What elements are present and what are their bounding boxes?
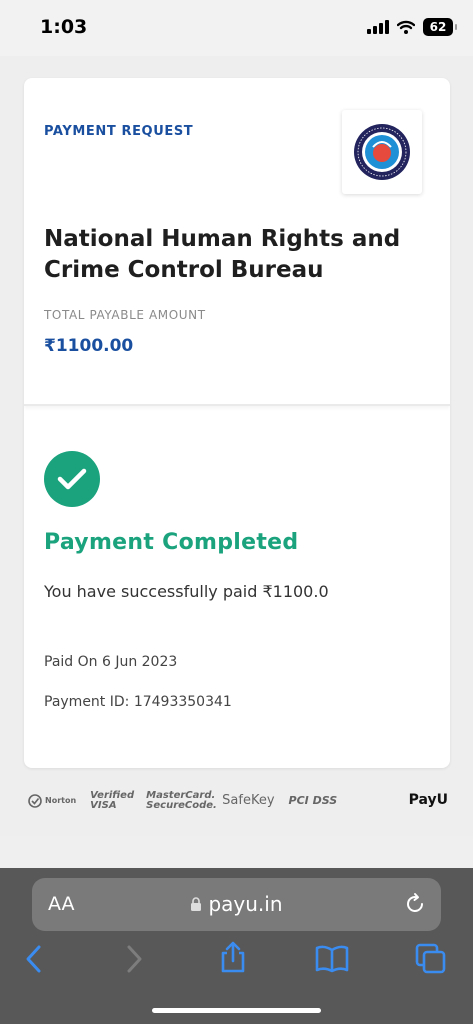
back-icon[interactable] — [24, 944, 44, 974]
payment-card: PAYMENT REQUEST National Human Rights an… — [24, 78, 450, 768]
mastercard-securecode-logo: MasterCard. SecureCode. — [146, 790, 217, 811]
payment-page: PAYMENT REQUEST National Human Rights an… — [0, 56, 473, 836]
payu-logo: PayU — [408, 792, 448, 808]
merchant-logo — [342, 110, 422, 194]
total-payable-label: TOTAL PAYABLE AMOUNT — [44, 308, 206, 322]
browser-toolbar — [0, 941, 473, 984]
status-time: 1:03 — [40, 16, 88, 38]
payment-request-label: PAYMENT REQUEST — [44, 124, 194, 139]
wifi-icon — [397, 20, 415, 34]
safekey-logo: SafeKey — [222, 793, 275, 808]
forward-icon[interactable] — [124, 944, 144, 974]
security-logos: Norton Verified VISA MasterCard. SecureC… — [28, 786, 448, 816]
cellular-signal-icon — [367, 20, 389, 34]
total-payable-amount: ₹1100.00 — [44, 336, 134, 356]
success-check-icon — [44, 451, 100, 507]
status-icons: 62 — [367, 18, 457, 36]
norton-secured-logo: Norton — [28, 794, 76, 808]
battery-icon: 62 — [423, 18, 457, 36]
address-bar[interactable]: AA payu.in — [32, 878, 441, 931]
status-bar: 1:03 62 — [0, 0, 473, 56]
paid-on-date: Paid On 6 Jun 2023 — [44, 654, 178, 670]
pci-dss-logo: PCI DSS — [288, 794, 338, 807]
tabs-icon[interactable] — [414, 942, 448, 976]
url-display[interactable]: payu.in — [32, 892, 441, 916]
share-icon[interactable] — [218, 940, 248, 974]
verified-visa-logo: Verified VISA — [90, 790, 135, 811]
payment-status-title: Payment Completed — [44, 530, 299, 555]
safari-browser-bar: AA payu.in — [0, 868, 473, 1024]
url-text: payu.in — [208, 892, 283, 916]
payment-id: Payment ID: 17493350341 — [44, 694, 232, 710]
merchant-name: National Human Rights and Crime Control … — [44, 226, 401, 283]
bookmarks-icon[interactable] — [314, 944, 350, 974]
home-indicator — [152, 1008, 321, 1013]
reload-icon[interactable] — [403, 892, 427, 916]
merchant-logo-emblem — [354, 124, 410, 180]
payment-request-section: PAYMENT REQUEST National Human Rights an… — [24, 78, 450, 406]
lock-icon — [191, 897, 202, 911]
success-message: You have successfully paid ₹1100.0 — [44, 582, 329, 601]
